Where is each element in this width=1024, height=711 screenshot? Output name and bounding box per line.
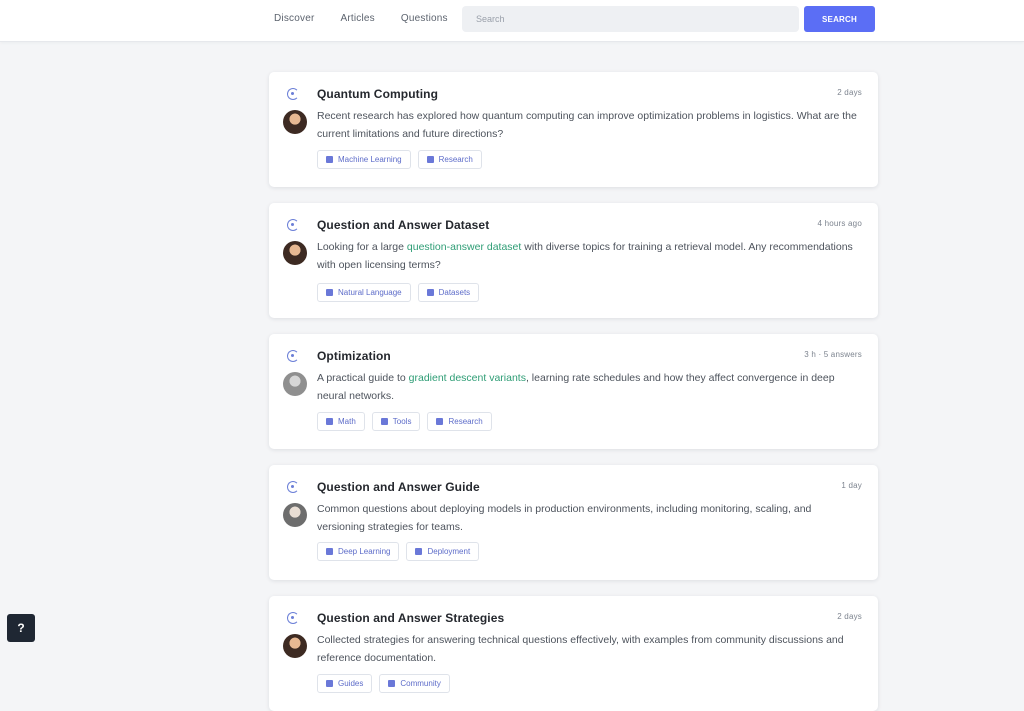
question-card[interactable]: Question and Answer Strategies 2 days Co… [269, 596, 878, 711]
avatar[interactable] [283, 241, 307, 265]
tag-list: Guides Community [317, 674, 450, 693]
card-text: Collected strategies for answering techn… [317, 634, 844, 664]
help-button[interactable]: ? [7, 614, 35, 642]
topic-icon [287, 350, 299, 362]
highlighted-phrase: question-answer dataset [406, 241, 522, 253]
tag-label: Deployment [427, 547, 471, 556]
card-meta: 2 days [837, 88, 862, 97]
tag-list: Deep Learning Deployment [317, 542, 480, 561]
card-title[interactable]: Question and Answer Guide [317, 480, 480, 494]
tag-icon [326, 548, 333, 555]
topic-icon [287, 612, 299, 624]
tag-label: Math [338, 417, 356, 426]
avatar[interactable] [283, 634, 307, 658]
tag-list: Machine Learning Research [317, 150, 482, 169]
nav-link-questions[interactable]: Questions [401, 13, 448, 24]
tag-label: Research [448, 417, 483, 426]
card-title[interactable]: Question and Answer Dataset [317, 218, 489, 232]
tag-icon [415, 548, 423, 555]
tag-label: Tools [392, 417, 412, 426]
tag-icon [426, 156, 434, 163]
nav-link-articles[interactable]: Articles [341, 13, 375, 24]
tag-list: Math Tools Research [317, 412, 492, 431]
tag[interactable]: Guides [317, 674, 373, 693]
tag[interactable]: Deployment [406, 542, 480, 561]
main-nav: Discover Articles Questions [274, 13, 448, 24]
tag[interactable]: Research [417, 150, 482, 169]
tag-label: Natural Language [338, 288, 402, 297]
question-card[interactable]: Quantum Computing 2 days Recent research… [269, 72, 878, 187]
tag-label: Guides [338, 679, 364, 688]
tag[interactable]: Math [317, 412, 365, 431]
card-text: Recent research has explored how quantum… [317, 110, 857, 140]
tag[interactable]: Tools [371, 412, 421, 431]
tag-label: Machine Learning [338, 155, 402, 164]
tag-icon [326, 680, 333, 687]
question-card[interactable]: Question and Answer Dataset 4 hours ago … [269, 203, 878, 318]
question-card[interactable]: Question and Answer Guide 1 day Common q… [269, 465, 878, 580]
card-text: Looking for a large question-answer data… [317, 241, 853, 271]
tag-label: Deep Learning [338, 547, 391, 556]
tag-icon [388, 680, 396, 687]
tag-icon [426, 289, 434, 296]
tag-label: Research [438, 155, 473, 164]
tag[interactable]: Research [427, 412, 492, 431]
search-button[interactable]: SEARCH [804, 6, 875, 32]
avatar[interactable] [283, 110, 307, 134]
tag-icon [326, 156, 333, 163]
tag-list: Natural Language Datasets [317, 283, 480, 302]
search-input[interactable] [462, 6, 799, 32]
tag-icon [326, 418, 333, 425]
avatar[interactable] [283, 503, 307, 527]
topic-icon [287, 88, 299, 100]
card-meta: 1 day [841, 481, 862, 490]
top-navigation-bar: Discover Articles Questions SEARCH [0, 0, 1024, 42]
card-meta: 4 hours ago [817, 219, 862, 228]
card-title[interactable]: Question and Answer Strategies [317, 611, 504, 625]
card-meta: 3 h · 5 answers [804, 350, 862, 359]
topic-icon [287, 481, 299, 493]
tag-icon [380, 418, 388, 425]
tag[interactable]: Natural Language [317, 283, 411, 302]
card-meta: 2 days [837, 612, 862, 621]
tag-icon [326, 289, 333, 296]
tag-icon [436, 418, 444, 425]
tag[interactable]: Machine Learning [317, 150, 411, 169]
question-card[interactable]: Optimization 3 h · 5 answers A practical… [269, 334, 878, 449]
tag-label: Community [400, 679, 441, 688]
highlighted-phrase: gradient descent variants [408, 372, 526, 384]
card-text: A practical guide to gradient descent va… [317, 372, 835, 402]
card-text: Common questions about deploying models … [317, 503, 812, 533]
card-title[interactable]: Quantum Computing [317, 87, 438, 101]
topic-icon [287, 219, 299, 231]
card-title[interactable]: Optimization [317, 349, 391, 363]
tag[interactable]: Deep Learning [317, 542, 400, 561]
nav-link-discover[interactable]: Discover [274, 13, 315, 24]
tag[interactable]: Community [379, 674, 450, 693]
avatar[interactable] [283, 372, 307, 396]
tag[interactable]: Datasets [417, 283, 480, 302]
tag-label: Datasets [438, 288, 471, 297]
